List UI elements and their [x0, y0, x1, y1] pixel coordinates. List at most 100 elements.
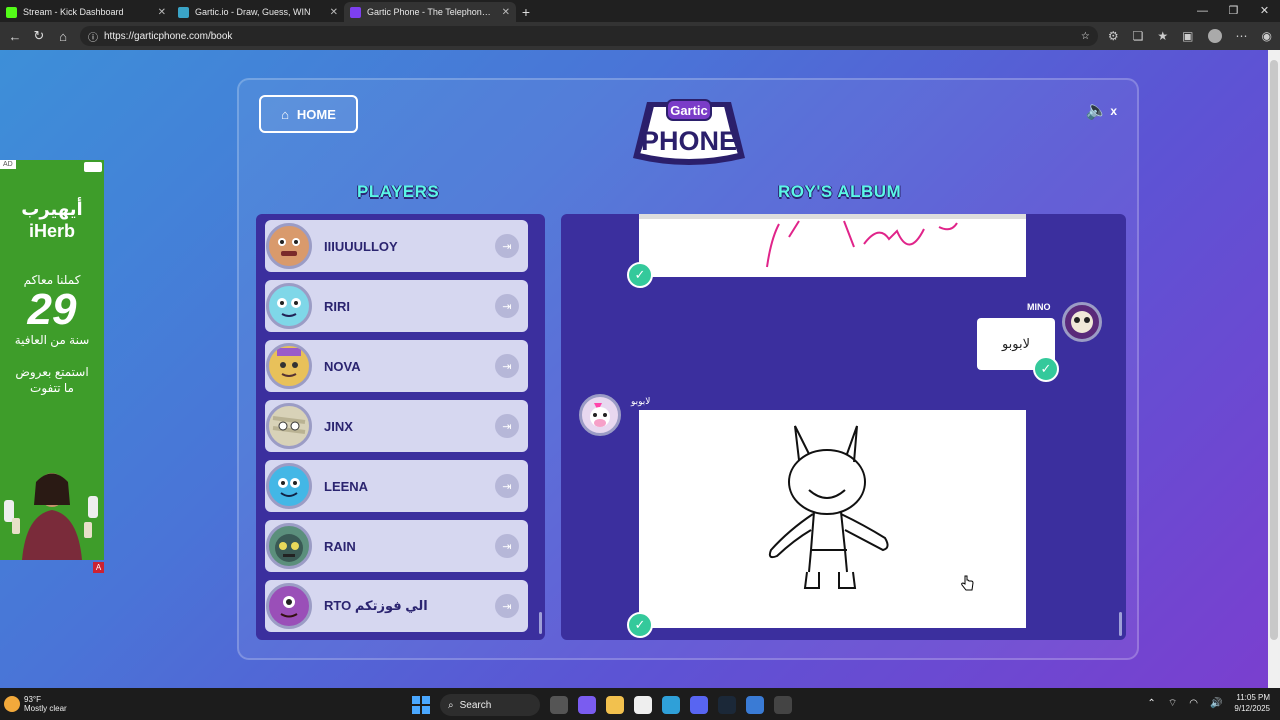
player-avatar [266, 223, 312, 269]
album-scrollbar[interactable] [1119, 612, 1122, 636]
gartic-phone-logo: Gartic PHONE [633, 99, 745, 165]
close-icon[interactable]: ✕ [158, 7, 166, 18]
kick-player-button[interactable]: ⇥ [495, 294, 519, 318]
profile-avatar[interactable] [1207, 29, 1222, 43]
player-avatar [266, 523, 312, 569]
drawer-avatar [579, 394, 621, 436]
copilot-app-icon[interactable] [578, 696, 596, 714]
tab-gartic-phone[interactable]: Gartic Phone - The Telephone Game ✕ [344, 2, 516, 22]
ad-tag: AD [0, 160, 16, 169]
tab-title: Stream - Kick Dashboard [23, 7, 124, 17]
gartic-phone-favicon-icon [350, 6, 361, 18]
tab-title: Gartic.io - Draw, Guess, WIN [195, 7, 311, 17]
clock-time: 11:05 PM [1236, 693, 1270, 702]
ad-choices-badge[interactable]: A [93, 562, 104, 573]
kick-player-button[interactable]: ⇥ [495, 534, 519, 558]
player-name: NOVA [324, 358, 361, 374]
tab-kick[interactable]: Stream - Kick Dashboard ✕ [0, 2, 172, 22]
player-avatar [266, 283, 312, 329]
mute-toggle[interactable]: 🔈 x [1086, 100, 1117, 121]
url-text: https://garticphone.com/book [104, 30, 233, 42]
weather-widget[interactable]: 93°F Mostly clear [4, 695, 67, 713]
close-icon[interactable]: ✕ [502, 7, 510, 18]
kick-player-button[interactable]: ⇥ [495, 234, 519, 258]
home-icon[interactable]: ⌂ [56, 29, 70, 44]
advertisement[interactable]: AD أيهيرب iHerb كملنا معاكم 29 سنة من ال… [0, 160, 104, 560]
guesser-avatar [1062, 302, 1102, 342]
speaker-muted-icon: 🔈 [1085, 100, 1109, 120]
drawer-label: لابوبو [631, 396, 651, 406]
favorite-star-icon[interactable]: ☆ [1081, 31, 1090, 42]
obs-icon[interactable] [774, 696, 792, 714]
album-title: ROY'S ALBUM [778, 182, 902, 201]
page-scrollbar[interactable] [1268, 50, 1280, 688]
file-explorer-icon[interactable] [606, 696, 624, 714]
info-icon[interactable]: ⓘ [88, 29, 98, 44]
discord-icon[interactable] [690, 696, 708, 714]
players-scrollbar[interactable] [539, 612, 542, 634]
extensions-icon[interactable]: ⚙ [1108, 29, 1119, 43]
kick-player-button[interactable]: ⇥ [495, 414, 519, 438]
kick-player-button[interactable]: ⇥ [495, 474, 519, 498]
reload-icon[interactable]: ↻ [32, 28, 46, 44]
player-row: RAIN ⇥ [265, 520, 528, 572]
edge-icon[interactable] [662, 696, 680, 714]
ad-info-icon[interactable] [84, 162, 102, 172]
chevron-up-icon[interactable]: ⌃ [1147, 698, 1155, 709]
player-avatar [266, 403, 312, 449]
ad-line-2: سنة من العافية [14, 333, 90, 347]
player-avatar [266, 343, 312, 389]
store-icon[interactable] [634, 696, 652, 714]
volume-icon[interactable]: 🔊 [1210, 698, 1222, 709]
album-panel: ✓ MINO لابوبو ✓ لابوبو ✓ [561, 214, 1126, 640]
favorites-icon[interactable]: ★ [1157, 29, 1168, 43]
web-page: AD أيهيرب iHerb كملنا معاكم 29 سنة من ال… [0, 50, 1268, 688]
back-icon[interactable]: ← [8, 29, 22, 44]
player-name: RIRI [324, 298, 350, 314]
task-view-icon[interactable] [550, 696, 568, 714]
search-icon: ⌕ [448, 699, 454, 711]
player-name: RTO الي فوزتكم [324, 598, 428, 613]
steam-icon[interactable] [718, 696, 736, 714]
windows-start-icon[interactable] [412, 696, 430, 714]
tab-title: Gartic Phone - The Telephone Game [367, 7, 496, 17]
home-button[interactable]: ⌂ HOME [259, 95, 358, 133]
taskbar-apps: ⌕ Search [412, 694, 792, 716]
network-icon[interactable]: ⌔ [1168, 697, 1177, 710]
tab-gartic-io[interactable]: Gartic.io - Draw, Guess, WIN ✕ [172, 2, 344, 22]
close-icon[interactable]: ✕ [330, 7, 338, 18]
player-name: IIIUUULLOY [324, 238, 398, 254]
check-icon: ✓ [627, 612, 653, 638]
new-tab-button[interactable]: + [516, 2, 536, 22]
kick-player-button[interactable]: ⇥ [495, 594, 519, 618]
more-icon[interactable]: ⋯ [1236, 29, 1248, 43]
player-row: LEENA ⇥ [265, 460, 528, 512]
ad-brand-latin: iHerb [28, 221, 75, 241]
player-row: RIRI ⇥ [265, 280, 528, 332]
player-avatar [266, 583, 312, 629]
player-name: LEENA [324, 478, 369, 494]
wifi-icon[interactable]: ◠ [1189, 698, 1198, 709]
notepad-icon[interactable] [746, 696, 764, 714]
clock-date: 9/12/2025 [1234, 704, 1270, 713]
check-icon: ✓ [1033, 356, 1059, 382]
logo-main-text: PHONE [641, 126, 737, 156]
copilot-icon[interactable]: ◉ [1262, 29, 1272, 43]
kick-player-button[interactable]: ⇥ [495, 354, 519, 378]
window-controls: — ❐ ✕ [1187, 0, 1280, 22]
players-list: IIIUUULLOY ⇥ RIRI ⇥ NOVA ⇥ JINX ⇥ LEENA … [256, 214, 545, 640]
ad-number: 29 [27, 285, 77, 334]
ad-brand: أيهيرب iHerb [0, 198, 104, 242]
drawing-canvas [768, 425, 889, 589]
minimize-button[interactable]: — [1187, 0, 1218, 22]
split-screen-icon[interactable]: ❏ [1133, 29, 1144, 43]
restore-button[interactable]: ❐ [1218, 0, 1249, 22]
collections-icon[interactable]: ▣ [1182, 29, 1193, 43]
home-button-label: HOME [296, 106, 336, 122]
taskbar-search[interactable]: ⌕ Search [440, 694, 540, 716]
players-title: PLAYERS [357, 182, 440, 201]
url-input[interactable]: ⓘ https://garticphone.com/book ☆ [80, 26, 1098, 46]
clock[interactable]: 11:05 PM 9/12/2025 [1234, 692, 1270, 714]
guesser-name: MINO [1027, 302, 1051, 312]
close-window-button[interactable]: ✕ [1249, 0, 1280, 22]
